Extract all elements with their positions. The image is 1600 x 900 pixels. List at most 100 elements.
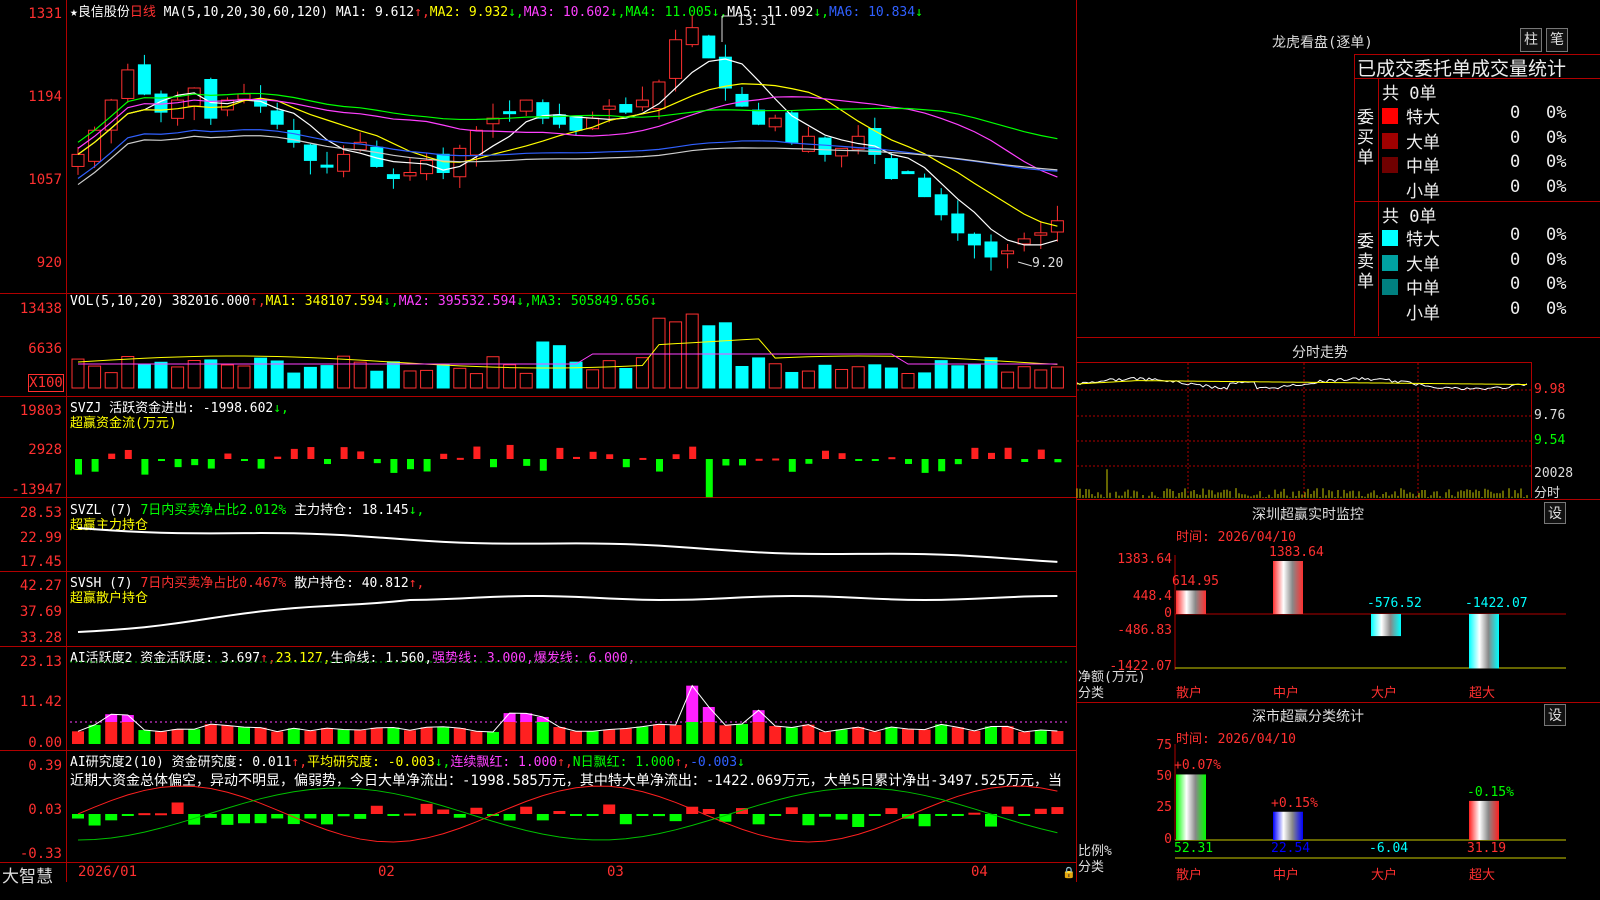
szcy-bar [1176,590,1206,614]
fl-bar [1273,811,1303,840]
research-bar [503,814,516,821]
main-position-line [77,527,1058,563]
flow-bar [124,449,132,459]
research-bar [1051,807,1064,814]
category-label: 中户 [1273,686,1300,701]
volume-bar [121,355,135,389]
right-panel-divider [1076,0,1077,882]
research-bar [238,814,250,824]
candle-body [918,177,932,198]
volume-bar [519,372,533,389]
date-label: 03 [607,864,624,880]
activity-bar [72,731,84,744]
volume-bar [552,345,566,389]
buy-total: 共 0单 [1382,84,1437,104]
price-chart [71,15,1064,271]
flow-bar [905,459,912,464]
research-bar [968,812,981,815]
panel-border [1076,499,1600,500]
color-swatch [1382,181,1398,198]
flow-bar [473,446,481,459]
stat-count: 0 [1510,176,1521,197]
activity-bar [420,727,433,744]
flow-bar [290,448,298,459]
activity-bar [636,726,649,744]
szcy-xlabel: 分类 [1078,686,1105,701]
szcy-settings-button[interactable]: 设 [1544,502,1566,524]
stat-count: 0 [1510,249,1521,270]
candle-body [868,127,882,155]
research-bar [304,814,317,819]
flow-bar [307,447,315,459]
fl-settings-button[interactable]: 设 [1544,704,1566,726]
activity-bar [819,731,831,744]
flow-bar [938,459,946,472]
volume-bar [503,364,517,389]
research-bar [1018,814,1031,816]
low-marker [1017,261,1033,267]
activity-bar [536,722,549,744]
research-bar [105,814,118,821]
color-swatch [1382,279,1398,295]
flow-bar [1004,447,1012,459]
volume-bar [752,357,766,389]
kline-chart-area[interactable] [0,0,1076,900]
research-bar [370,805,383,814]
lock-icon[interactable]: 🔒 [1062,866,1076,879]
research-bar [321,814,333,825]
candle-body [71,153,85,167]
flow-bar [340,447,348,459]
activity-bar [736,724,748,744]
volume-bar [1017,366,1031,389]
flow-bar [1021,459,1029,463]
activity-bar [619,728,632,744]
category-label: 超大 [1469,868,1496,883]
research-bar [337,814,350,817]
stat-percent: 0% [1546,274,1567,294]
panel-border [1354,54,1355,336]
stat-percent: 0% [1546,249,1567,270]
candle-body [951,213,965,234]
category-label: 散户 [1176,868,1203,883]
candle-body [569,115,583,131]
volume-bar [154,361,168,389]
research-bar [88,814,101,826]
volume-bar [370,370,384,389]
volume-bar [984,357,998,389]
candle-body [835,147,849,157]
tick-view-button[interactable]: 笔 [1546,28,1568,52]
flow-bar [373,459,381,464]
axis-tick: 0 [1164,832,1172,847]
volume-bar [951,365,965,389]
flow-bar [390,459,398,473]
flow-bar [805,459,813,464]
flow-bar [523,459,531,466]
activity-bar [304,730,317,744]
column-view-button[interactable]: 柱 [1520,28,1542,52]
stat-name: 小单 [1406,181,1440,202]
stat-percent: 0% [1546,298,1567,319]
activity-bar [354,730,367,744]
stat-name: 小单 [1406,303,1440,324]
volume-bar [187,359,201,389]
volume-bar [884,367,898,389]
volume-bar [88,365,102,389]
volume-bar [337,355,351,389]
activity-bar [603,729,616,744]
volume-bar [270,360,284,389]
volume-bar [901,373,915,389]
candle-body [137,64,151,95]
research-bar [868,814,881,816]
color-swatch [1382,108,1398,124]
flow-bar [1037,449,1045,459]
flow-bar [506,444,514,459]
app-logo[interactable]: 大智慧 [2,862,53,887]
stat-count: 0 [1510,152,1521,172]
volume-bar [1034,369,1048,389]
volume-bar [801,370,815,389]
intraday-axis-tick: 9.98 [1534,382,1566,397]
volume-bar [71,358,85,389]
candle-body [967,233,981,246]
flow-bar [722,459,730,466]
stat-name: 大单 [1406,132,1440,153]
